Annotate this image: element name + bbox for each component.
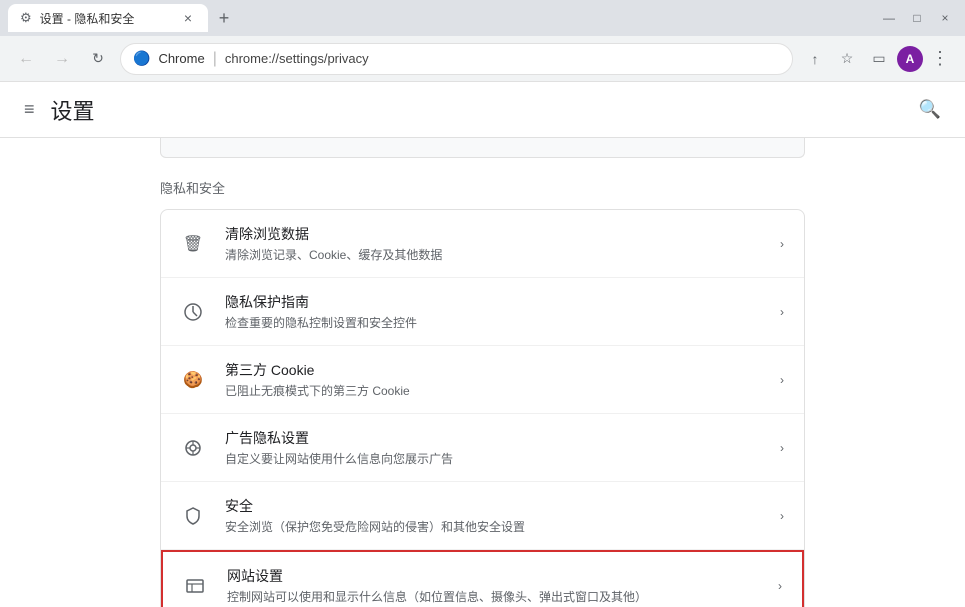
security-desc: 安全浏览（保护您免受危险网站的侵害）和其他安全设置 bbox=[225, 518, 760, 535]
chrome-menu-button[interactable]: ⋮ bbox=[927, 44, 953, 73]
clear-data-arrow: › bbox=[780, 237, 784, 251]
url-brand: Chrome bbox=[158, 51, 204, 66]
clear-data-content: 清除浏览数据 清除浏览记录、Cookie、缓存及其他数据 bbox=[225, 224, 760, 263]
list-item-cookies[interactable]: 🍪 第三方 Cookie 已阻止无痕模式下的第三方 Cookie › bbox=[161, 346, 804, 414]
privacy-guide-desc: 检查重要的隐私控制设置和安全控件 bbox=[225, 314, 760, 331]
list-item-security[interactable]: 安全 安全浏览（保护您免受危险网站的侵害）和其他安全设置 › bbox=[161, 482, 804, 550]
settings-search-button[interactable]: 🔍 bbox=[919, 99, 941, 120]
cookies-icon: 🍪 bbox=[181, 368, 205, 392]
section-title: 隐私和安全 bbox=[160, 158, 805, 209]
profile-button[interactable]: A bbox=[897, 46, 923, 72]
tab-close-button[interactable]: × bbox=[180, 8, 196, 28]
site-settings-icon bbox=[183, 574, 207, 598]
ad-privacy-title: 广告隐私设置 bbox=[225, 428, 760, 448]
bookmark-button[interactable]: ☆ bbox=[833, 45, 861, 73]
settings-header: ≡ 设置 🔍 bbox=[0, 82, 965, 138]
site-settings-content: 网站设置 控制网站可以使用和显示什么信息（如位置信息、摄像头、弹出式窗口及其他） bbox=[227, 566, 758, 605]
security-title: 安全 bbox=[225, 496, 760, 516]
tab-settings-icon: ⚙ bbox=[20, 10, 32, 26]
refresh-icon: ↻ bbox=[92, 50, 104, 67]
window-close-button[interactable]: × bbox=[933, 6, 957, 30]
tab-title: 设置 - 隐私和安全 bbox=[40, 10, 172, 27]
clear-data-icon: 🗑 bbox=[181, 232, 205, 256]
refresh-button[interactable]: ↻ bbox=[84, 45, 112, 73]
privacy-guide-title: 隐私保护指南 bbox=[225, 292, 760, 312]
title-bar: ⚙ 设置 - 隐私和安全 × + — □ × bbox=[0, 0, 965, 36]
site-settings-arrow: › bbox=[778, 579, 782, 593]
privacy-section: 隐私和安全 🗑 清除浏览数据 清除浏览记录、Cookie、缓存及其他数据 › bbox=[0, 158, 965, 607]
list-item-site-settings[interactable]: 网站设置 控制网站可以使用和显示什么信息（如位置信息、摄像头、弹出式窗口及其他）… bbox=[161, 550, 804, 607]
forward-button[interactable]: → bbox=[48, 45, 76, 73]
forward-icon: → bbox=[54, 50, 70, 68]
privacy-guide-content: 隐私保护指南 检查重要的隐私控制设置和安全控件 bbox=[225, 292, 760, 331]
clear-data-desc: 清除浏览记录、Cookie、缓存及其他数据 bbox=[225, 246, 760, 263]
site-settings-title: 网站设置 bbox=[227, 566, 758, 586]
toolbar-icons: ↑ ☆ ▭ A ⋮ bbox=[801, 44, 953, 73]
settings-page-title: 设置 bbox=[51, 94, 95, 126]
share-button[interactable]: ↑ bbox=[801, 45, 829, 73]
security-content: 安全 安全浏览（保护您免受危险网站的侵害）和其他安全设置 bbox=[225, 496, 760, 535]
cookies-content: 第三方 Cookie 已阻止无痕模式下的第三方 Cookie bbox=[225, 360, 760, 399]
cookies-arrow: › bbox=[780, 373, 784, 387]
ad-privacy-arrow: › bbox=[780, 441, 784, 455]
page-content: ≡ 设置 🔍 隐私和安全 🗑 清除浏览数据 清除浏览记录、Cookie、缓存及其… bbox=[0, 82, 965, 607]
privacy-guide-icon bbox=[181, 300, 205, 324]
window-minimize-button[interactable]: — bbox=[877, 6, 901, 30]
share-icon: ↑ bbox=[812, 51, 819, 67]
url-divider: | bbox=[213, 50, 217, 68]
back-button[interactable]: ← bbox=[12, 45, 40, 73]
sidebar-toggle-button[interactable]: ≡ bbox=[24, 99, 35, 120]
ad-privacy-content: 广告隐私设置 自定义要让网站使用什么信息向您展示广告 bbox=[225, 428, 760, 467]
window-maximize-button[interactable]: □ bbox=[905, 6, 929, 30]
url-path: chrome://settings/privacy bbox=[225, 51, 369, 66]
url-bar[interactable]: 🔵 Chrome | chrome://settings/privacy bbox=[120, 43, 793, 75]
cookies-title: 第三方 Cookie bbox=[225, 360, 760, 380]
ad-privacy-icon bbox=[181, 436, 205, 460]
security-icon bbox=[181, 504, 205, 528]
security-arrow: › bbox=[780, 509, 784, 523]
partial-card-top bbox=[160, 138, 805, 158]
cookies-desc: 已阻止无痕模式下的第三方 Cookie bbox=[225, 382, 760, 399]
address-bar: ← → ↻ 🔵 Chrome | chrome://settings/priva… bbox=[0, 36, 965, 82]
privacy-card: 🗑 清除浏览数据 清除浏览记录、Cookie、缓存及其他数据 › bbox=[160, 209, 805, 607]
bookmark-icon: ☆ bbox=[841, 50, 854, 67]
new-tab-button[interactable]: + bbox=[212, 6, 236, 30]
clear-data-title: 清除浏览数据 bbox=[225, 224, 760, 244]
back-icon: ← bbox=[18, 50, 34, 68]
extensions-button[interactable]: ▭ bbox=[865, 45, 893, 73]
list-item-ad-privacy[interactable]: 广告隐私设置 自定义要让网站使用什么信息向您展示广告 › bbox=[161, 414, 804, 482]
extensions-icon: ▭ bbox=[872, 50, 885, 67]
browser-tab-active[interactable]: ⚙ 设置 - 隐私和安全 × bbox=[8, 4, 208, 32]
secure-icon: 🔵 bbox=[133, 50, 150, 67]
list-item-privacy-guide[interactable]: 隐私保护指南 检查重要的隐私控制设置和安全控件 › bbox=[161, 278, 804, 346]
site-settings-desc: 控制网站可以使用和显示什么信息（如位置信息、摄像头、弹出式窗口及其他） bbox=[227, 588, 758, 605]
privacy-guide-arrow: › bbox=[780, 305, 784, 319]
scroll-area: 隐私和安全 🗑 清除浏览数据 清除浏览记录、Cookie、缓存及其他数据 › bbox=[0, 138, 965, 607]
list-item-clear-data[interactable]: 🗑 清除浏览数据 清除浏览记录、Cookie、缓存及其他数据 › bbox=[161, 210, 804, 278]
window-controls: — □ × bbox=[877, 6, 957, 30]
ad-privacy-desc: 自定义要让网站使用什么信息向您展示广告 bbox=[225, 450, 760, 467]
